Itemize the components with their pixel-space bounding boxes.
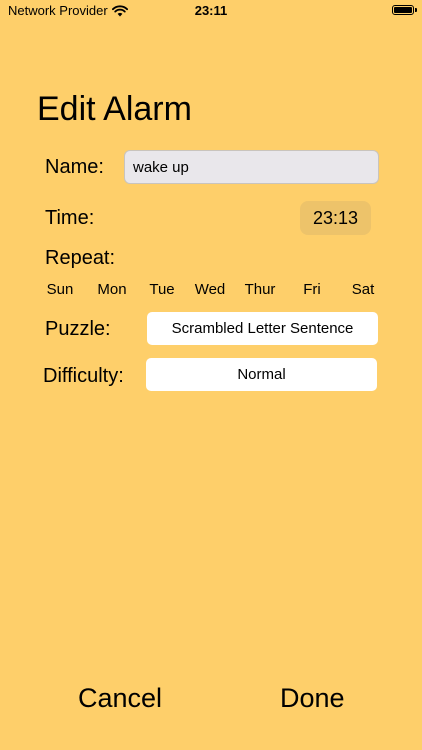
name-input[interactable] (124, 150, 379, 184)
puzzle-select-button[interactable]: Scrambled Letter Sentence (147, 312, 378, 345)
time-picker[interactable]: 23:13 (300, 201, 371, 235)
cancel-button[interactable]: Cancel (78, 683, 162, 714)
battery-icon (392, 5, 414, 15)
puzzle-label: Puzzle: (45, 318, 111, 340)
day-sat[interactable]: Sat (338, 281, 388, 298)
day-sun[interactable]: Sun (35, 281, 85, 298)
battery-tip (415, 8, 417, 12)
page-title: Edit Alarm (37, 90, 192, 128)
day-wed[interactable]: Wed (185, 281, 235, 298)
day-fri[interactable]: Fri (287, 281, 337, 298)
day-thur[interactable]: Thur (235, 281, 285, 298)
repeat-label: Repeat: (45, 247, 116, 269)
difficulty-label: Difficulty: (43, 365, 124, 387)
day-mon[interactable]: Mon (87, 281, 137, 298)
done-button[interactable]: Done (280, 683, 345, 714)
status-time: 23:11 (194, 3, 228, 18)
name-label: Name: (45, 156, 104, 178)
time-label: Time: (45, 207, 95, 229)
day-tue[interactable]: Tue (137, 281, 187, 298)
difficulty-select-button[interactable]: Normal (146, 358, 377, 391)
status-bar: Network Provider 23:11 (0, 0, 422, 24)
